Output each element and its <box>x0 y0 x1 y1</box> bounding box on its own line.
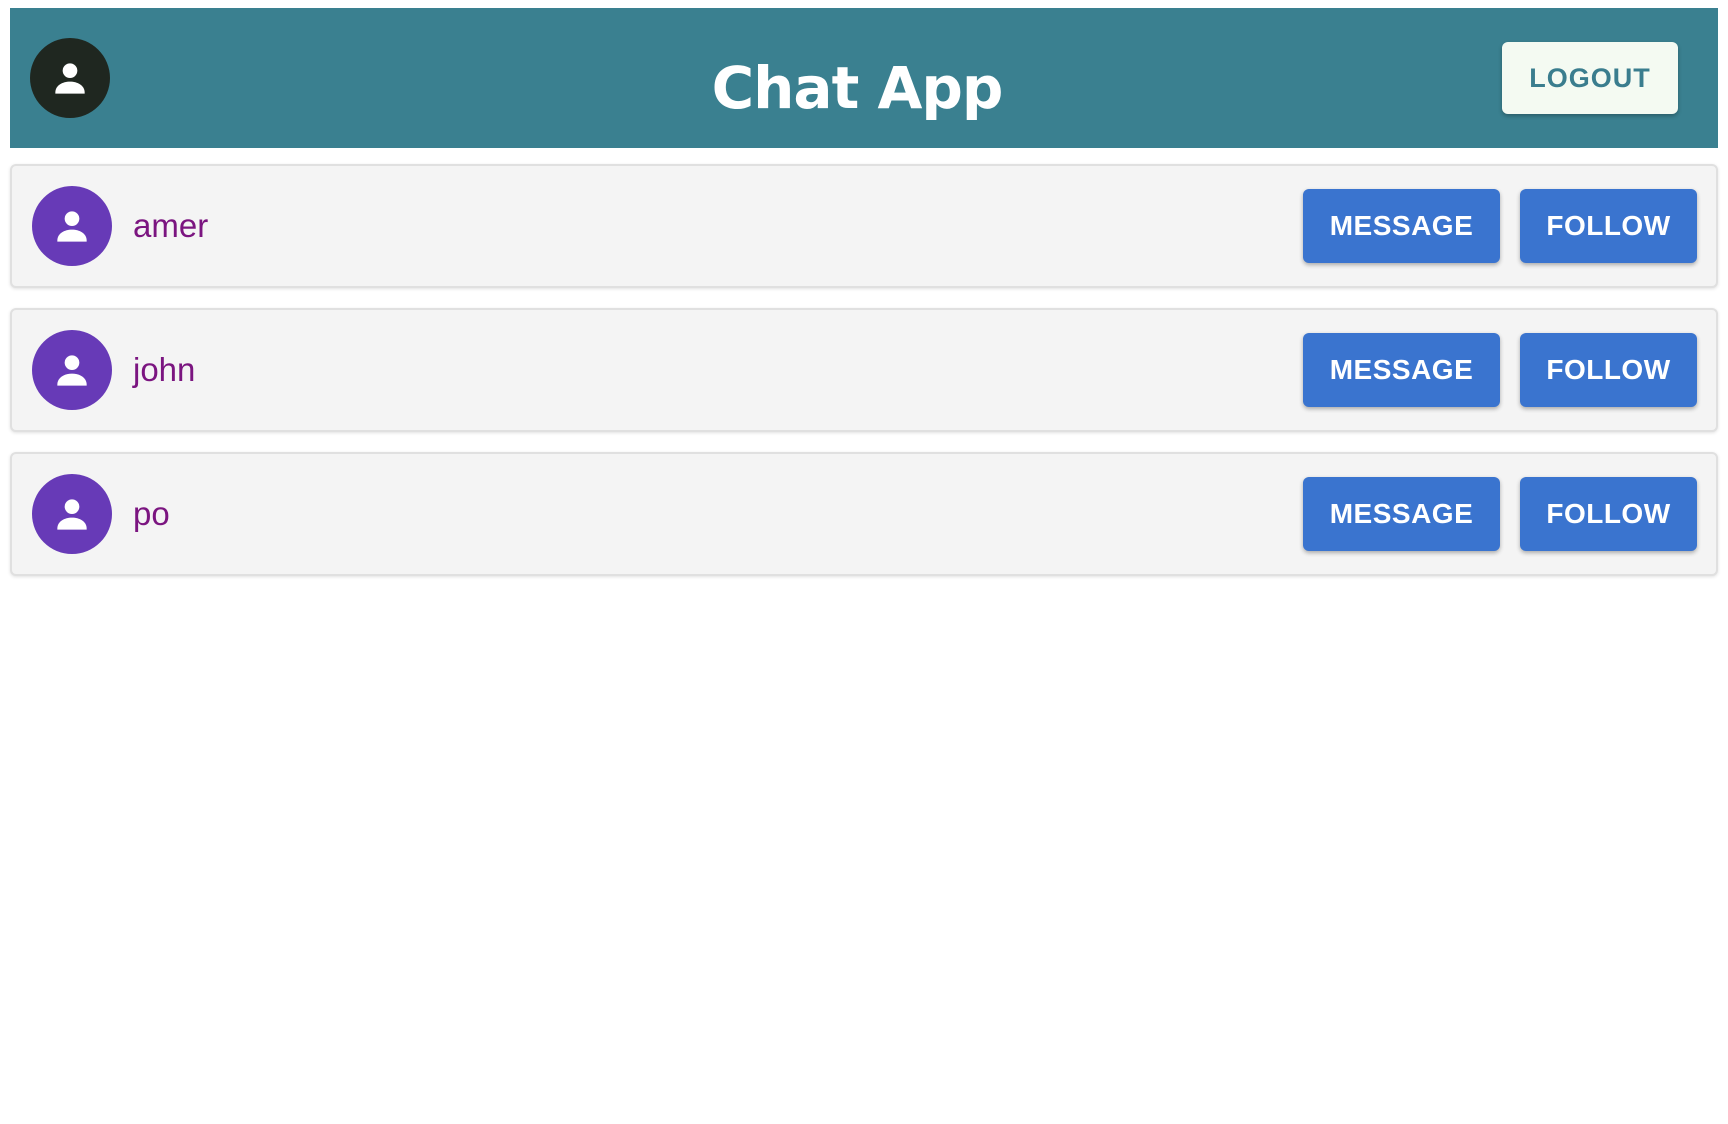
user-card: amer MESSAGE FOLLOW <box>10 164 1718 288</box>
message-button[interactable]: MESSAGE <box>1303 333 1500 407</box>
header-avatar[interactable] <box>30 38 110 118</box>
person-icon <box>50 204 94 248</box>
app-title: Chat App <box>711 54 1004 122</box>
follow-button[interactable]: FOLLOW <box>1520 477 1697 551</box>
follow-button[interactable]: FOLLOW <box>1520 189 1697 263</box>
message-button[interactable]: MESSAGE <box>1303 189 1500 263</box>
message-button[interactable]: MESSAGE <box>1303 477 1500 551</box>
follow-button[interactable]: FOLLOW <box>1520 333 1697 407</box>
user-name: po <box>133 495 170 532</box>
page: Chat App LOGOUT amer MESSAGE FOLLOW john… <box>0 0 1728 1124</box>
person-icon <box>48 56 92 100</box>
person-icon <box>50 492 94 536</box>
user-avatar <box>32 474 112 554</box>
user-list: amer MESSAGE FOLLOW john MESSAGE FOLLOW <box>10 164 1718 596</box>
user-name: john <box>133 351 196 388</box>
user-name: amer <box>133 207 209 244</box>
user-card: po MESSAGE FOLLOW <box>10 452 1718 576</box>
user-card: john MESSAGE FOLLOW <box>10 308 1718 432</box>
person-icon <box>50 348 94 392</box>
user-avatar <box>32 186 112 266</box>
user-avatar <box>32 330 112 410</box>
logout-button[interactable]: LOGOUT <box>1502 42 1678 114</box>
app-bar: Chat App LOGOUT <box>10 8 1718 148</box>
